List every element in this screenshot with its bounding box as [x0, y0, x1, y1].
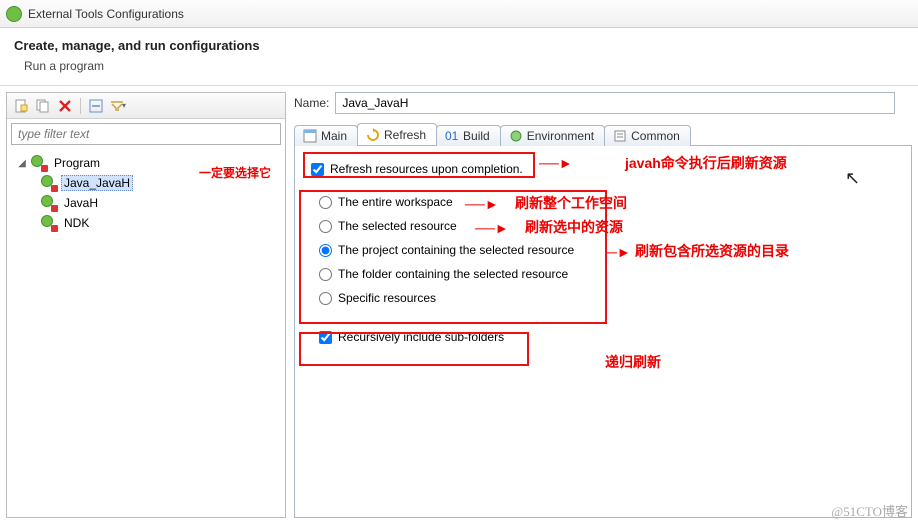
tab-label: Refresh [384, 128, 426, 142]
annotation-selected: 刷新选中的资源 [525, 217, 623, 237]
radio-label: The selected resource [338, 219, 457, 233]
opt-project-containing[interactable]: The project containing the selected reso… [319, 238, 629, 262]
collapse-icon [89, 99, 103, 113]
tree-item-label: Java_JavaH [61, 175, 133, 191]
recursive-row[interactable]: Recursively include sub-folders [319, 330, 895, 344]
refresh-tab-body: Refresh resources upon completion. The e… [294, 146, 912, 518]
app-icon [6, 6, 22, 22]
dialog-header: Create, manage, and run configurations R… [0, 28, 918, 77]
tree-root-label: Program [51, 156, 103, 170]
left-panel: ▾ ◢ Program Java_JavaH JavaH NDK [6, 92, 286, 518]
recursive-label: Recursively include sub-folders [338, 330, 504, 344]
left-toolbar: ▾ [7, 93, 285, 119]
radio-folder[interactable] [319, 268, 332, 281]
right-panel: Name: Main Refresh 010 Build Environment [290, 92, 912, 518]
recursive-checkbox[interactable] [319, 331, 332, 344]
tab-bar: Main Refresh 010 Build Environment Commo… [294, 120, 912, 146]
program-icon [41, 195, 57, 211]
annotation-entire: 刷新整个工作空间 [515, 193, 627, 213]
tab-build[interactable]: 010 Build [436, 125, 501, 146]
annotation-recursive: 递归刷新 [605, 352, 661, 372]
tab-label: Build [463, 129, 490, 143]
refresh-on-completion-label: Refresh resources upon completion. [330, 162, 523, 176]
filter-box [11, 123, 281, 145]
arrow-icon: ─► [607, 244, 631, 260]
common-tab-icon [613, 129, 627, 143]
radio-label: The project containing the selected reso… [338, 243, 574, 257]
program-icon [41, 175, 57, 191]
duplicate-button[interactable] [33, 96, 53, 116]
filter-button[interactable]: ▾ [108, 96, 128, 116]
refresh-tab-icon [366, 128, 380, 142]
refresh-on-completion-row[interactable]: Refresh resources upon completion. [311, 162, 895, 176]
tab-refresh[interactable]: Refresh [357, 123, 437, 145]
radio-label: Specific resources [338, 291, 436, 305]
env-tab-icon [509, 129, 523, 143]
new-doc-icon [14, 99, 28, 113]
tab-label: Environment [527, 129, 594, 143]
tree-item-ndk[interactable]: NDK [13, 213, 279, 233]
cursor-icon: ↖ [845, 168, 860, 189]
delete-x-icon [58, 99, 72, 113]
chevron-down-icon: ▾ [122, 101, 126, 110]
expand-arrow-icon[interactable]: ◢ [17, 158, 27, 169]
arrow-icon: ──► [539, 155, 573, 171]
collapse-all-button[interactable] [86, 96, 106, 116]
delete-button[interactable] [55, 96, 75, 116]
config-tree[interactable]: ◢ Program Java_JavaH JavaH NDK [7, 149, 285, 517]
opt-specific-resources[interactable]: Specific resources [319, 286, 629, 310]
refresh-on-completion-checkbox[interactable] [311, 163, 324, 176]
main-tab-icon [303, 129, 317, 143]
name-row: Name: [290, 92, 912, 114]
toolbar-separator [80, 98, 81, 114]
radio-specific[interactable] [319, 292, 332, 305]
radio-label: The folder containing the selected resou… [338, 267, 568, 281]
header-title: Create, manage, and run configurations [14, 38, 904, 53]
tab-label: Common [631, 129, 680, 143]
annotation-after-run: javah命令执行后刷新资源 [625, 153, 787, 173]
window-title: External Tools Configurations [28, 7, 184, 21]
opt-folder-containing[interactable]: The folder containing the selected resou… [319, 262, 629, 286]
program-icon [31, 155, 47, 171]
title-bar: External Tools Configurations [0, 0, 918, 28]
name-input[interactable] [335, 92, 895, 114]
tree-item-label: JavaH [61, 196, 101, 210]
svg-text:010: 010 [445, 129, 459, 143]
radio-project[interactable] [319, 244, 332, 257]
arrow-icon: ──► [475, 220, 509, 236]
filter-input[interactable] [11, 123, 281, 145]
arrow-icon: ──► [465, 196, 499, 212]
radio-entire[interactable] [319, 196, 332, 209]
name-label: Name: [294, 96, 329, 110]
program-icon [41, 215, 57, 231]
radio-selected[interactable] [319, 220, 332, 233]
new-config-button[interactable] [11, 96, 31, 116]
annotation-must-select: 一定要选择它 [190, 164, 280, 181]
watermark: @51CTO博客 [831, 501, 908, 520]
build-tab-icon: 010 [445, 129, 459, 143]
tree-item-javah[interactable]: JavaH [13, 193, 279, 213]
annotation-project: 刷新包含所选资源的目录 [635, 241, 789, 261]
tab-environment[interactable]: Environment [500, 125, 605, 146]
header-subtitle: Run a program [24, 59, 904, 73]
tab-common[interactable]: Common [604, 125, 691, 146]
tab-label: Main [321, 129, 347, 143]
main-area: ▾ ◢ Program Java_JavaH JavaH NDK [0, 86, 918, 520]
radio-label: The entire workspace [338, 195, 453, 209]
copy-icon [36, 99, 50, 113]
tree-item-label: NDK [61, 216, 92, 230]
tab-main[interactable]: Main [294, 125, 358, 146]
